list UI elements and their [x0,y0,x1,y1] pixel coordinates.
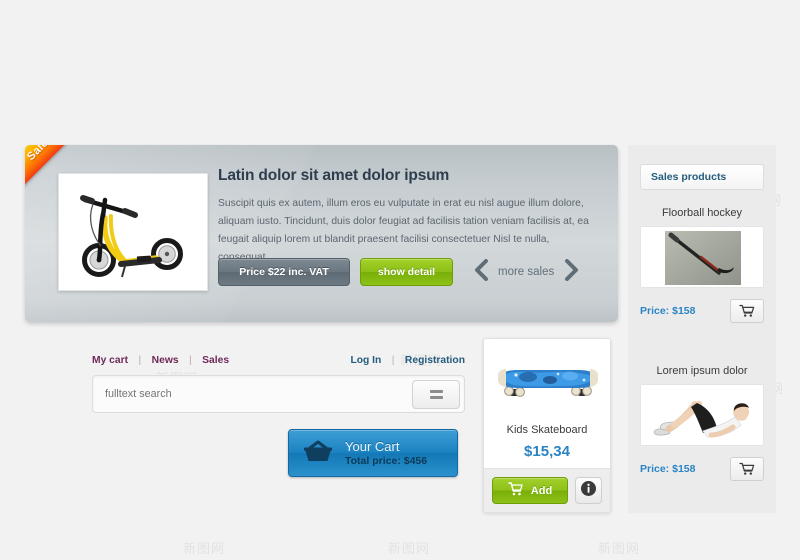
cart-total-price: Total price: $456 [345,454,428,467]
list-lines-icon [429,396,443,399]
add-to-cart-label: Add [530,484,553,497]
chevron-right-icon[interactable] [563,258,579,286]
chevron-left-icon[interactable] [473,258,489,286]
shopping-basket-icon [303,439,333,468]
product-name: Kids Skateboard [506,424,588,436]
search-input[interactable] [105,376,395,412]
sidebar-header-button[interactable]: Sales products [640,164,764,190]
product-info-button[interactable] [575,477,602,504]
nav-link-registration[interactable]: Registration [405,355,465,366]
nav-left-group: My cart | News | Sales [92,350,229,368]
more-sales-label[interactable]: more sales [498,266,554,278]
search-submit-button[interactable] [412,380,460,409]
nav-link-news[interactable]: News [152,355,179,366]
product-card-footer: Add [484,468,610,512]
cart-title: Your Cart [345,438,400,454]
price-button[interactable]: Price $22 inc. VAT [218,258,350,286]
sidebar-product-item[interactable]: Lorem ipsum dolor Price: $158 [640,365,764,482]
sidebar-product-image [640,384,764,446]
sidebar-product-name: Lorem ipsum dolor [656,365,748,377]
product-card[interactable]: Kids Skateboard $15,34 Add [483,338,611,513]
floorball-stick-illustration [641,227,763,287]
your-cart-button[interactable]: Your Cart Total price: $456 [288,429,458,477]
shopping-cart-icon [508,482,523,499]
watermark: 新图网 [598,542,641,557]
sidebar-product-row: Price: $158 [640,298,764,324]
product-price: $15,34 [524,443,570,460]
nav-separator: | [391,355,395,366]
hero-banner: Sale Latin dolor sit amet dolor ipsum Su… [25,145,618,322]
sidebar-add-to-cart-button[interactable] [730,457,764,481]
watermark: 新图网 [388,542,431,557]
cart-text-block: Your Cart Total price: $456 [345,439,427,468]
nav-separator: | [189,355,192,366]
show-detail-button[interactable]: show detail [360,258,453,286]
secondary-nav: My cart | News | Sales Log In | Registra… [92,350,465,368]
sidebar-product-price: Price: $158 [640,463,696,475]
shopping-cart-icon [739,304,755,317]
hero-actions: Price $22 inc. VAT show detail more sale… [218,258,579,286]
search-bar [92,375,465,413]
more-sales-nav: more sales [473,258,579,286]
product-image [492,347,604,419]
sidebar-product-price: Price: $158 [640,305,696,317]
sidebar-product-item[interactable]: Floorball hockey Price: $158 [640,207,764,324]
sales-sidebar: Sales products Floorball hockey Price: $… [628,145,776,513]
hero-title: Latin dolor sit amet dolor ipsum [218,167,450,184]
situp-exercise-illustration [641,385,763,445]
watermark: 新图网 [183,542,226,557]
scooter-illustration [59,174,207,290]
hero-text-block: Latin dolor sit amet dolor ipsum Suscipi… [218,167,596,267]
nav-link-log-in[interactable]: Log In [350,355,381,366]
hero-description: Suscipit quis ex autem, illum eros eu vu… [218,198,589,263]
skateboard-illustration [492,347,604,419]
sidebar-product-row: Price: $158 [640,456,764,482]
nav-link-sales[interactable]: Sales [202,355,229,366]
nav-right-group: Log In | Registration [350,350,465,368]
list-lines-icon [429,390,443,393]
shopping-cart-icon [739,462,755,475]
sidebar-add-to-cart-button[interactable] [730,299,764,323]
sidebar-product-name: Floorball hockey [661,207,743,219]
hero-product-image [58,173,208,291]
sidebar-product-image [640,226,764,288]
add-to-cart-button[interactable]: Add [492,477,568,504]
nav-link-my-cart[interactable]: My cart [92,355,128,366]
page-root: 新图网 新图网 新图网 新图网 新图网 新图网 新图网 新图网 新图网 新图网 … [0,0,800,560]
info-circle-icon [580,480,597,502]
nav-separator: | [138,355,142,366]
